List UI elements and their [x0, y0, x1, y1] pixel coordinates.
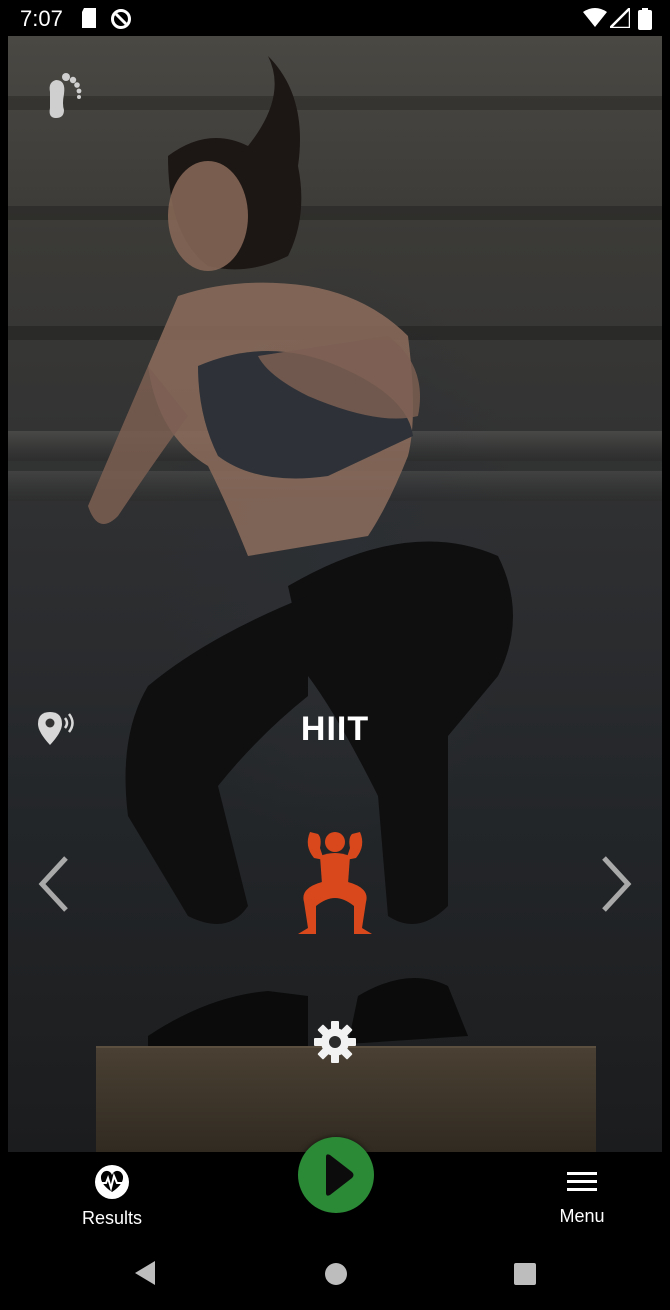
results-label: Results [81, 1208, 143, 1228]
status-bar: 7:07 [0, 0, 670, 36]
cell-signal-icon [610, 8, 630, 28]
footprint-icon[interactable] [42, 72, 84, 120]
recents-icon[interactable] [513, 1262, 537, 1286]
home-icon[interactable] [324, 1262, 348, 1286]
menu-tab[interactable]: Menu [522, 1166, 642, 1227]
chevron-right-icon[interactable] [598, 854, 636, 914]
data-saver-icon [111, 9, 131, 29]
hero-background [8, 36, 662, 1152]
wifi-icon [583, 8, 607, 27]
workout-title: HIIT [300, 710, 370, 748]
chevron-left-icon[interactable] [34, 854, 72, 914]
back-icon[interactable] [133, 1260, 157, 1286]
menu-label: Menu [559, 1206, 605, 1226]
start-workout-button[interactable] [298, 1137, 374, 1213]
status-time: 7:07 [20, 6, 63, 31]
system-nav-bar [0, 1238, 670, 1310]
heart-pulse-icon [95, 1165, 129, 1199]
athlete-image [88, 56, 513, 1051]
sd-card-icon [82, 8, 96, 28]
play-icon [326, 1154, 354, 1196]
squat-figure-icon[interactable] [296, 828, 374, 936]
results-tab[interactable]: Results [52, 1164, 172, 1229]
gear-icon[interactable] [313, 1020, 357, 1064]
hamburger-icon [567, 1172, 597, 1191]
battery-icon [638, 8, 652, 30]
